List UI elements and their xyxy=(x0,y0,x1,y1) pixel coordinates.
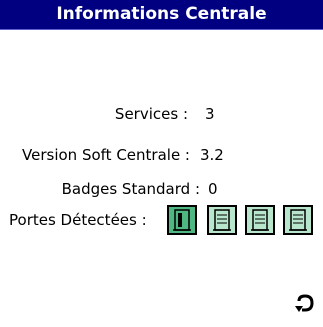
door-button-3[interactable] xyxy=(245,205,275,235)
door-closed-icon xyxy=(213,209,231,231)
door-open-icon xyxy=(173,209,191,231)
version-value: 3.2 xyxy=(200,146,224,164)
services-value: 3 xyxy=(205,105,215,123)
undo-icon xyxy=(295,294,314,312)
door-button-2[interactable] xyxy=(207,205,237,235)
door-closed-icon xyxy=(251,209,269,231)
services-label: Services : xyxy=(114,105,188,123)
doors-label: Portes Détectées : xyxy=(9,211,147,229)
badges-label: Badges Standard : xyxy=(61,180,200,198)
door-button-1[interactable] xyxy=(167,205,197,235)
undo-button[interactable] xyxy=(293,292,317,316)
door-closed-icon xyxy=(289,209,307,231)
window-title: Informations Centrale xyxy=(0,0,323,30)
badges-value: 0 xyxy=(208,180,218,198)
door-button-4[interactable] xyxy=(283,205,313,235)
version-label: Version Soft Centrale : xyxy=(22,146,190,164)
